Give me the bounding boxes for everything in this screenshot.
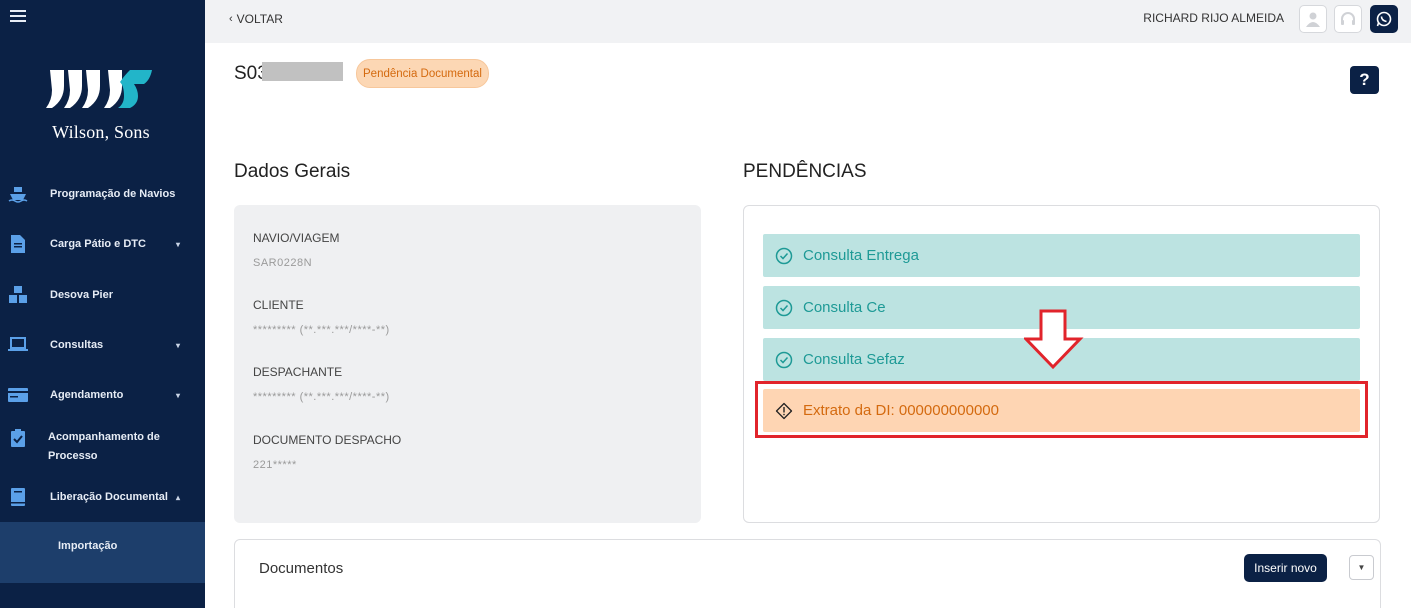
check-circle-icon	[775, 351, 793, 368]
sidebar-item-label: Desova Pier	[50, 289, 113, 301]
help-button[interactable]: ?	[1350, 66, 1379, 94]
documents-card: Documentos Inserir novo ▼	[234, 539, 1381, 608]
logo-text: Wilson, Sons	[52, 122, 150, 142]
sidebar-item-label: Programação de Navios	[50, 188, 176, 200]
clipboard-check-icon	[8, 428, 28, 448]
sidebar-item-label: Liberação Documental	[50, 491, 168, 503]
user-profile-button[interactable]	[1299, 5, 1327, 33]
chevron-down-icon: ▾	[176, 340, 181, 350]
sidebar-item-acompanhamento[interactable]: Acompanhamento de Processo	[0, 428, 205, 464]
check-circle-icon	[775, 299, 793, 316]
ship-icon	[8, 184, 28, 204]
whatsapp-button[interactable]	[1370, 5, 1398, 33]
field-value: SAR0228N	[253, 257, 313, 269]
book-icon	[8, 487, 28, 507]
field-label: CLIENTE	[253, 298, 304, 312]
redacted-block	[262, 62, 343, 81]
headset-icon	[1341, 12, 1355, 25]
chevron-down-icon: ▾	[176, 239, 181, 249]
pendencias-title: PENDÊNCIAS	[743, 161, 867, 182]
back-link[interactable]: ‹ VOLTAR	[229, 12, 283, 26]
support-button[interactable]	[1334, 5, 1362, 33]
pendencia-label: Consulta Ce	[803, 299, 886, 316]
general-data-title: Dados Gerais	[234, 161, 351, 182]
general-data-card: NAVIO/VIAGEM SAR0228N CLIENTE ********* …	[234, 205, 701, 523]
user-name: RICHARD RIJO ALMEIDA	[1143, 11, 1284, 25]
sidebar-item-label: Consultas	[50, 339, 104, 351]
sidebar-item-label: Carga Pátio e DTC	[50, 238, 146, 250]
user-icon	[1306, 12, 1320, 27]
chevron-left-icon: ‹	[229, 13, 233, 25]
laptop-icon	[8, 335, 28, 355]
menu-icon[interactable]	[10, 10, 26, 24]
sidebar-item-agendamento[interactable]: Agendamento ▾	[0, 385, 205, 405]
insert-new-button[interactable]: Inserir novo	[1244, 554, 1327, 582]
sidebar-subitem-label: Importação	[58, 540, 118, 552]
sidebar-subitem-importacao[interactable]: Importação	[0, 522, 205, 583]
field-value: ********* (**.***.***/****-**)	[253, 324, 390, 336]
field-label: DOCUMENTO DESPACHO	[253, 433, 402, 447]
chevron-up-icon: ▴	[176, 492, 181, 502]
chevron-down-icon: ▼	[1357, 563, 1366, 572]
documents-title: Documentos	[259, 560, 344, 577]
wilson-sons-logo: Wilson, Sons	[46, 68, 156, 143]
sidebar-item-carga-patio[interactable]: Carga Pátio e DTC ▾	[0, 234, 205, 254]
field-value: ********* (**.***.***/****-**)	[253, 391, 390, 403]
check-circle-icon	[775, 247, 793, 264]
pendencia-item[interactable]: Consulta Entrega	[763, 234, 1360, 277]
document-icon	[8, 234, 28, 254]
sidebar-item-label: Acompanhamento de Processo	[48, 431, 160, 462]
sidebar-item-label: Agendamento	[50, 389, 124, 401]
card-icon	[8, 385, 28, 405]
pendencias-card: Consulta Entrega Consulta Ce Consulta Se…	[743, 205, 1380, 523]
arrow-down-icon	[1024, 309, 1084, 370]
status-badge: Pendência Documental	[356, 59, 489, 88]
pendencia-label: Consulta Sefaz	[803, 351, 905, 368]
field-label: DESPACHANTE	[253, 365, 343, 379]
sidebar-item-programacao-navios[interactable]: Programação de Navios	[0, 184, 205, 204]
topbar: ‹ VOLTAR RICHARD RIJO ALMEIDA	[205, 0, 1411, 43]
sidebar-item-consultas[interactable]: Consultas ▾	[0, 335, 205, 355]
main-content: S03 Pendência Documental ? Dados Gerais …	[205, 43, 1411, 608]
expand-dropdown-button[interactable]: ▼	[1349, 555, 1374, 580]
boxes-icon	[8, 285, 28, 305]
field-label: NAVIO/VIAGEM	[253, 231, 340, 245]
field-value: 221*****	[253, 459, 297, 471]
pendencia-label: Consulta Entrega	[803, 247, 919, 264]
sidebar-item-liberacao-documental[interactable]: Liberação Documental ▴	[0, 487, 205, 507]
sidebar: Wilson, Sons Programação de Navios Carga…	[0, 0, 205, 608]
sidebar-item-desova-pier[interactable]: Desova Pier	[0, 285, 205, 305]
chevron-down-icon: ▾	[176, 390, 181, 400]
whatsapp-icon	[1376, 11, 1392, 27]
highlight-annotation	[755, 381, 1368, 438]
back-label: VOLTAR	[236, 12, 283, 26]
